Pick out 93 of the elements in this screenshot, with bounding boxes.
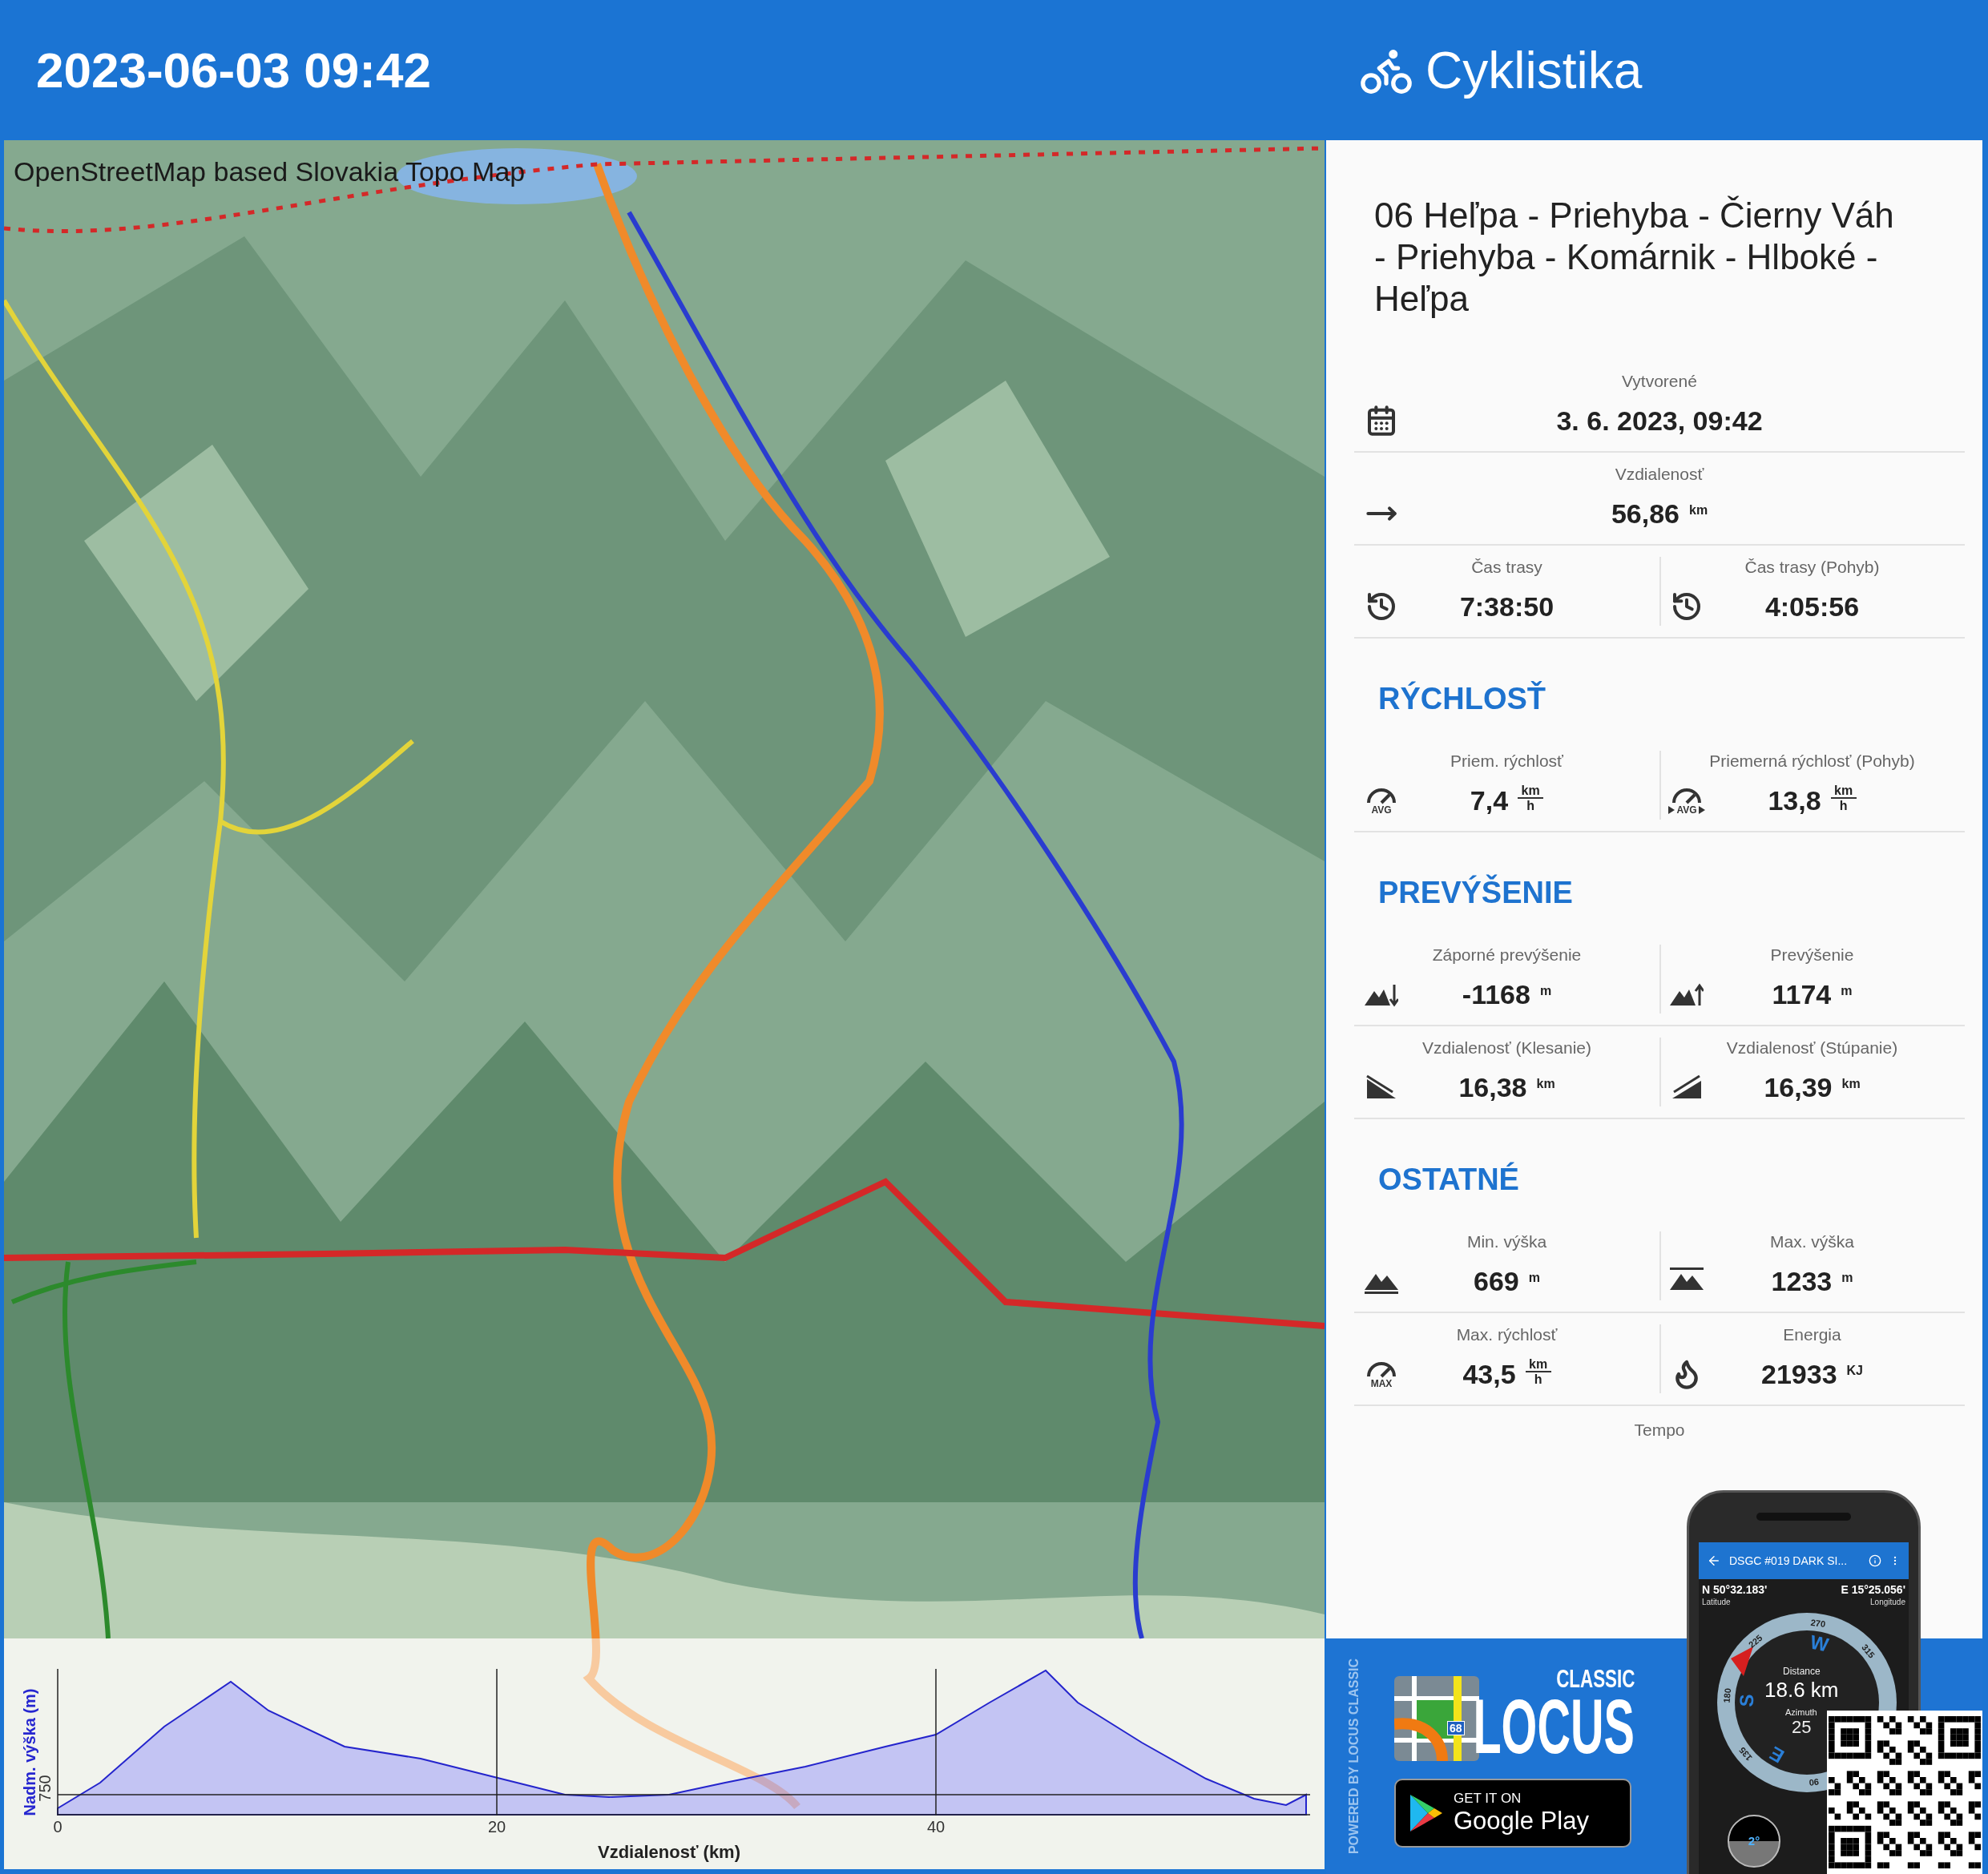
stat-value: 13,8 bbox=[1768, 784, 1821, 817]
track-title: 06 Heľpa - Priehyba - Čierny Váh - Priehyba - Komárnik - Hlboké - Heľpa bbox=[1374, 195, 1894, 320]
slope-down-icon bbox=[1365, 1074, 1397, 1100]
distance-value: 18.6 km bbox=[1764, 1677, 1839, 1703]
stat-value: -1168 bbox=[1462, 978, 1530, 1011]
stat-label: Vzdialenosť bbox=[1615, 464, 1704, 485]
azimuth-label: Azimuth bbox=[1785, 1707, 1817, 1719]
axis-tick-label: 20 bbox=[487, 1818, 506, 1836]
distance-label: Distance bbox=[1783, 1665, 1821, 1679]
map-attribution: OpenStreetMap based Slovakia Topo Map bbox=[14, 155, 526, 188]
back-icon[interactable] bbox=[1707, 1554, 1721, 1568]
unit-label: m bbox=[1539, 983, 1552, 999]
stat-label: Vzdialenosť (Stúpanie) bbox=[1726, 1038, 1898, 1058]
unit-label: km bbox=[1841, 1076, 1861, 1092]
axis-tick-label: 0 bbox=[53, 1818, 63, 1836]
axis-tick-label: 40 bbox=[926, 1818, 946, 1836]
stat-value: 7:38:50 bbox=[1459, 590, 1555, 623]
stat-label: Vytvorené bbox=[1622, 371, 1697, 392]
icon-caption: AVG bbox=[1676, 804, 1697, 816]
logo-edition: CLASSIC bbox=[1555, 1665, 1635, 1692]
stat-value: 16,38 bbox=[1458, 1071, 1527, 1104]
icon-caption: MAX bbox=[1370, 1378, 1393, 1389]
stat-label: Záporné prevýšenie bbox=[1432, 945, 1582, 965]
clock-icon bbox=[1365, 590, 1397, 623]
compass-label: 270 bbox=[1810, 1617, 1826, 1630]
compass-letter: E bbox=[1765, 1742, 1788, 1768]
stat-value: 21933 bbox=[1761, 1358, 1837, 1391]
stat-value: 4:05:56 bbox=[1764, 590, 1860, 623]
stat-value: 16,39 bbox=[1764, 1071, 1833, 1104]
route-badge: 68 bbox=[1447, 1721, 1465, 1735]
clock-icon bbox=[1671, 590, 1703, 623]
unit-label: km bbox=[1529, 1357, 1548, 1371]
arrow-icon bbox=[1698, 806, 1705, 814]
unit-label: m bbox=[1528, 1270, 1540, 1286]
coordinate-label: Latitude bbox=[1702, 1597, 1732, 1608]
coordinate-label: Longitude bbox=[1870, 1597, 1905, 1608]
stat-value: 56,86 bbox=[1611, 498, 1680, 530]
calendar-icon bbox=[1365, 405, 1397, 437]
stat-label: Tempo bbox=[1634, 1420, 1685, 1441]
stat-label: Prevýšenie bbox=[1770, 945, 1854, 965]
slope-up-icon bbox=[1671, 1074, 1703, 1100]
stat-value: 669 bbox=[1474, 1265, 1519, 1298]
unit-label: km bbox=[1834, 784, 1853, 797]
unit-label: h bbox=[1526, 799, 1534, 812]
stat-value: 1233 bbox=[1771, 1265, 1833, 1298]
stat-label: Min. výška bbox=[1466, 1231, 1547, 1252]
logo-wordmark: LOCUS bbox=[1473, 1692, 1635, 1761]
compass-label: 135 bbox=[1736, 1745, 1754, 1763]
azimuth-value: 25 bbox=[1792, 1717, 1812, 1738]
tilt-value: 2° bbox=[1748, 1832, 1760, 1849]
stat-label: Priemerná rýchlosť (Pohyb) bbox=[1709, 751, 1915, 772]
stat-label: Priem. rýchlosť bbox=[1450, 751, 1563, 772]
unit-label: km bbox=[1521, 784, 1540, 797]
section-heading: PREVÝŠENIE bbox=[1378, 873, 1574, 911]
stat-value: 1174 bbox=[1772, 978, 1832, 1011]
compass-label: 315 bbox=[1860, 1642, 1877, 1660]
arrow-icon bbox=[1668, 806, 1675, 814]
icon-caption: AVG bbox=[1371, 804, 1392, 816]
info-icon[interactable] bbox=[1869, 1554, 1881, 1567]
section-heading: OSTATNÉ bbox=[1378, 1161, 1520, 1198]
stat-label: Čas trasy bbox=[1471, 557, 1542, 578]
stat-value: 3. 6. 2023, 09:42 bbox=[1556, 405, 1763, 437]
unit-label: km bbox=[1536, 1076, 1555, 1092]
google-play-badge[interactable]: GET IT ON Google Play bbox=[1394, 1779, 1631, 1848]
unit-label: km bbox=[1689, 502, 1708, 518]
stat-label: Max. rýchlosť bbox=[1456, 1324, 1558, 1345]
compass-label: 180 bbox=[1721, 1687, 1733, 1703]
unit-label: h bbox=[1534, 1372, 1542, 1386]
unit-label: m bbox=[1841, 1270, 1853, 1286]
compass-label: 225 bbox=[1746, 1632, 1764, 1650]
axis-title: Vzdialenosť (km) bbox=[598, 1842, 740, 1863]
coordinate-value: N 50°32.183' bbox=[1702, 1582, 1768, 1597]
stat-label: Max. výška bbox=[1770, 1231, 1854, 1252]
stat-label: Čas trasy (Pohyb) bbox=[1744, 557, 1880, 578]
activity-title: Cyklistika bbox=[1425, 40, 1643, 101]
unit-label: h bbox=[1839, 799, 1848, 812]
compass-letter: S bbox=[1735, 1693, 1758, 1707]
play-logo-icon bbox=[1410, 1795, 1442, 1832]
stat-value: 43,5 bbox=[1462, 1358, 1516, 1391]
unit-label: m bbox=[1841, 983, 1853, 999]
stat-label: Energia bbox=[1783, 1324, 1841, 1345]
map-view[interactable]: OpenStreetMap based Slovakia Topo Map Nadm. výška (m) 750 0 20 40 Vzdialenosť (km) bbox=[4, 140, 1325, 1869]
screen-title: DSGC #019 DARK SI... bbox=[1729, 1553, 1849, 1569]
stat-label: Vzdialenosť (Klesanie) bbox=[1422, 1038, 1591, 1058]
section-heading: RÝCHLOSŤ bbox=[1378, 680, 1546, 717]
stat-value: 7,4 bbox=[1470, 784, 1509, 817]
compass-label: 90 bbox=[1809, 1777, 1820, 1788]
mountain-ascent-icon bbox=[1670, 981, 1704, 1007]
coordinate-value: E 15°25.056' bbox=[1841, 1582, 1905, 1597]
powered-by-label: POWERED BY LOCUS CLASSIC bbox=[1346, 1658, 1361, 1855]
date-time: 2023-06-03 09:42 bbox=[36, 42, 432, 99]
compass-letter: W bbox=[1808, 1630, 1831, 1656]
unit-label: KJ bbox=[1846, 1363, 1863, 1379]
